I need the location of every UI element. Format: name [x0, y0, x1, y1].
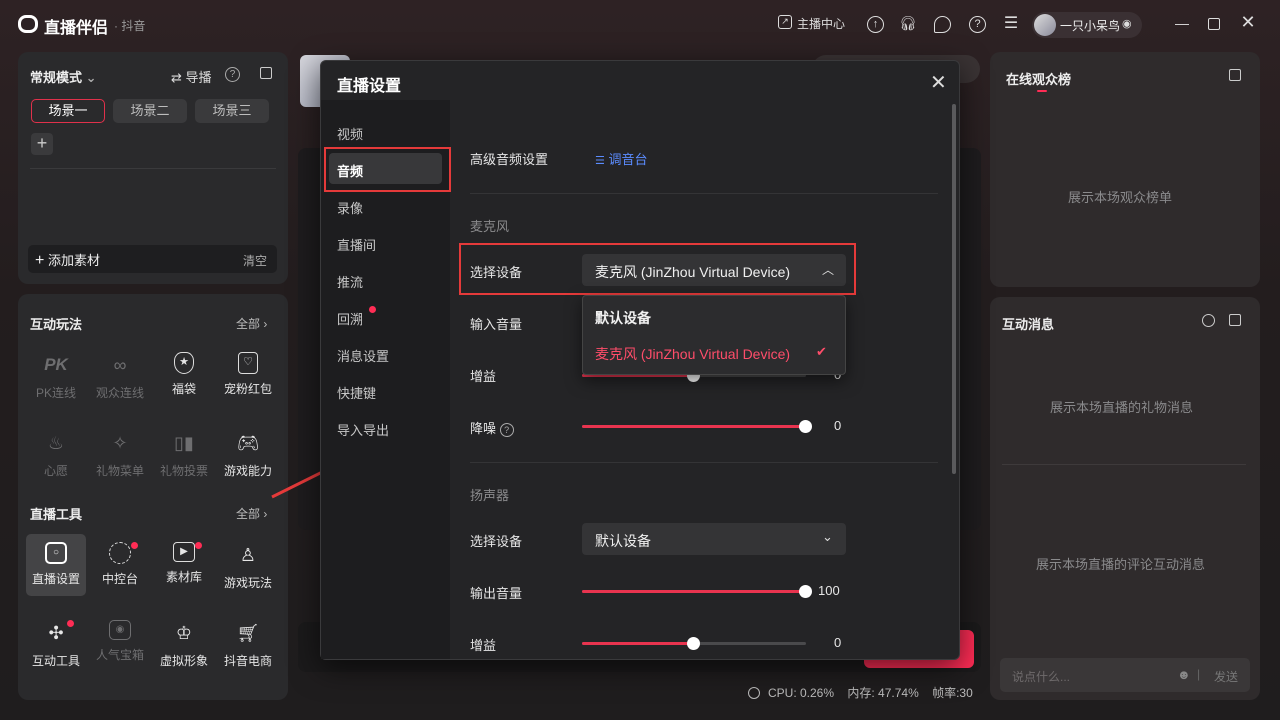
- mic-device-select[interactable]: 麦克风 (JinZhou Virtual Device) ︿: [582, 254, 846, 286]
- noise-reduction-label: 降噪 ?: [470, 418, 514, 437]
- chevron-down-icon: ⌄: [822, 529, 833, 544]
- dialog-title: 直播设置: [337, 78, 402, 95]
- help-icon[interactable]: ?: [499, 423, 514, 437]
- mixer-link[interactable]: ☰ 调音台: [595, 149, 648, 168]
- output-volume-value: 100: [818, 583, 840, 598]
- divider: [470, 193, 938, 194]
- output-volume-fill: [582, 590, 806, 593]
- nav-audio[interactable]: 音频: [337, 161, 363, 180]
- noise-reduction-fill: [582, 425, 806, 428]
- speaker-gain-fill: [582, 642, 694, 645]
- speaker-gain-label: 增益: [470, 638, 497, 653]
- nav-replay[interactable]: 回溯: [337, 309, 363, 328]
- output-volume-slider[interactable]: [582, 585, 812, 598]
- nav-message-settings[interactable]: 消息设置: [337, 346, 389, 365]
- mic-gain-label: 增益: [470, 369, 497, 384]
- speaker-section-title: 扬声器: [470, 488, 510, 503]
- speaker-gain-value: 0: [834, 635, 842, 650]
- dialog-scrollbar[interactable]: [952, 104, 956, 474]
- nav-video[interactable]: 视频: [337, 124, 363, 143]
- nav-import-export[interactable]: 导入导出: [337, 420, 389, 439]
- speaker-gain-knob[interactable]: [687, 637, 700, 650]
- divider: [470, 462, 938, 463]
- speaker-select-device-label: 选择设备: [470, 534, 523, 549]
- dropdown-option-default[interactable]: 默认设备: [595, 308, 651, 328]
- noise-reduction-knob[interactable]: [799, 420, 812, 433]
- output-volume-knob[interactable]: [799, 585, 812, 598]
- equalizer-icon: ☰: [595, 155, 605, 167]
- mic-device-dropdown: 默认设备 麦克风 (JinZhou Virtual Device) ✔: [582, 295, 846, 375]
- dialog-close-icon[interactable]: ✕: [930, 70, 947, 95]
- nav-shortcuts[interactable]: 快捷键: [337, 383, 376, 402]
- notification-dot: [369, 306, 376, 313]
- noise-reduction-slider[interactable]: [582, 420, 812, 433]
- advanced-audio-label: 高级音频设置: [470, 152, 549, 167]
- chevron-up-icon: ︿: [822, 263, 835, 277]
- dropdown-option-jinzhou[interactable]: 麦克风 (JinZhou Virtual Device): [595, 344, 790, 364]
- speaker-device-select[interactable]: 默认设备 ⌄: [582, 523, 846, 555]
- input-volume-label: 输入音量: [470, 317, 523, 332]
- noise-reduction-value: 0: [834, 418, 842, 433]
- speaker-device-value: 默认设备: [595, 533, 651, 549]
- mic-select-device-label: 选择设备: [470, 265, 523, 280]
- nav-live-room[interactable]: 直播间: [337, 235, 376, 254]
- mic-device-value: 麦克风 (JinZhou Virtual Device): [595, 264, 791, 280]
- output-volume-label: 输出音量: [470, 586, 523, 601]
- speaker-gain-slider[interactable]: [582, 637, 806, 650]
- mic-section-title: 麦克风: [470, 219, 510, 234]
- checkmark-icon: ✔: [816, 344, 827, 359]
- nav-stream-push[interactable]: 推流: [337, 272, 363, 291]
- nav-recording[interactable]: 录像: [337, 198, 363, 217]
